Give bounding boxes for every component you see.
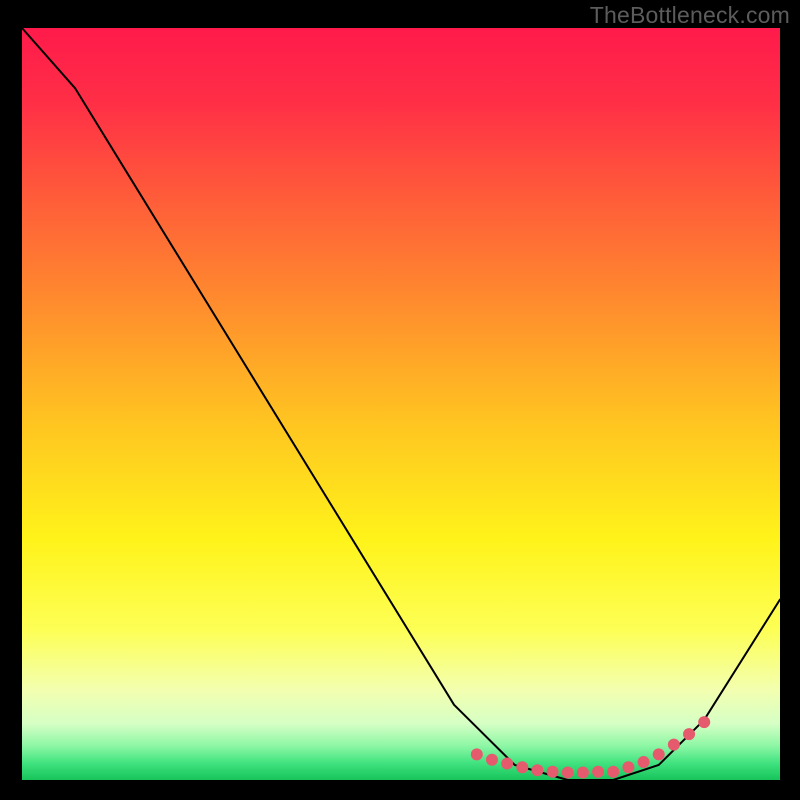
data-marker <box>607 766 619 778</box>
data-marker <box>653 748 665 760</box>
data-marker <box>668 739 680 751</box>
data-marker <box>562 766 574 778</box>
gradient-background <box>22 28 780 780</box>
bottleneck-chart-svg <box>0 0 800 800</box>
data-marker <box>622 761 634 773</box>
data-marker <box>592 766 604 778</box>
data-marker <box>698 716 710 728</box>
data-marker <box>471 748 483 760</box>
data-marker <box>547 766 559 778</box>
data-marker <box>516 761 528 773</box>
data-marker <box>577 766 589 778</box>
data-marker <box>501 757 513 769</box>
data-marker <box>486 754 498 766</box>
data-marker <box>638 756 650 768</box>
data-marker <box>531 764 543 776</box>
chart-stage: TheBottleneck.com <box>0 0 800 800</box>
data-marker <box>683 728 695 740</box>
watermark-text: TheBottleneck.com <box>590 2 790 29</box>
